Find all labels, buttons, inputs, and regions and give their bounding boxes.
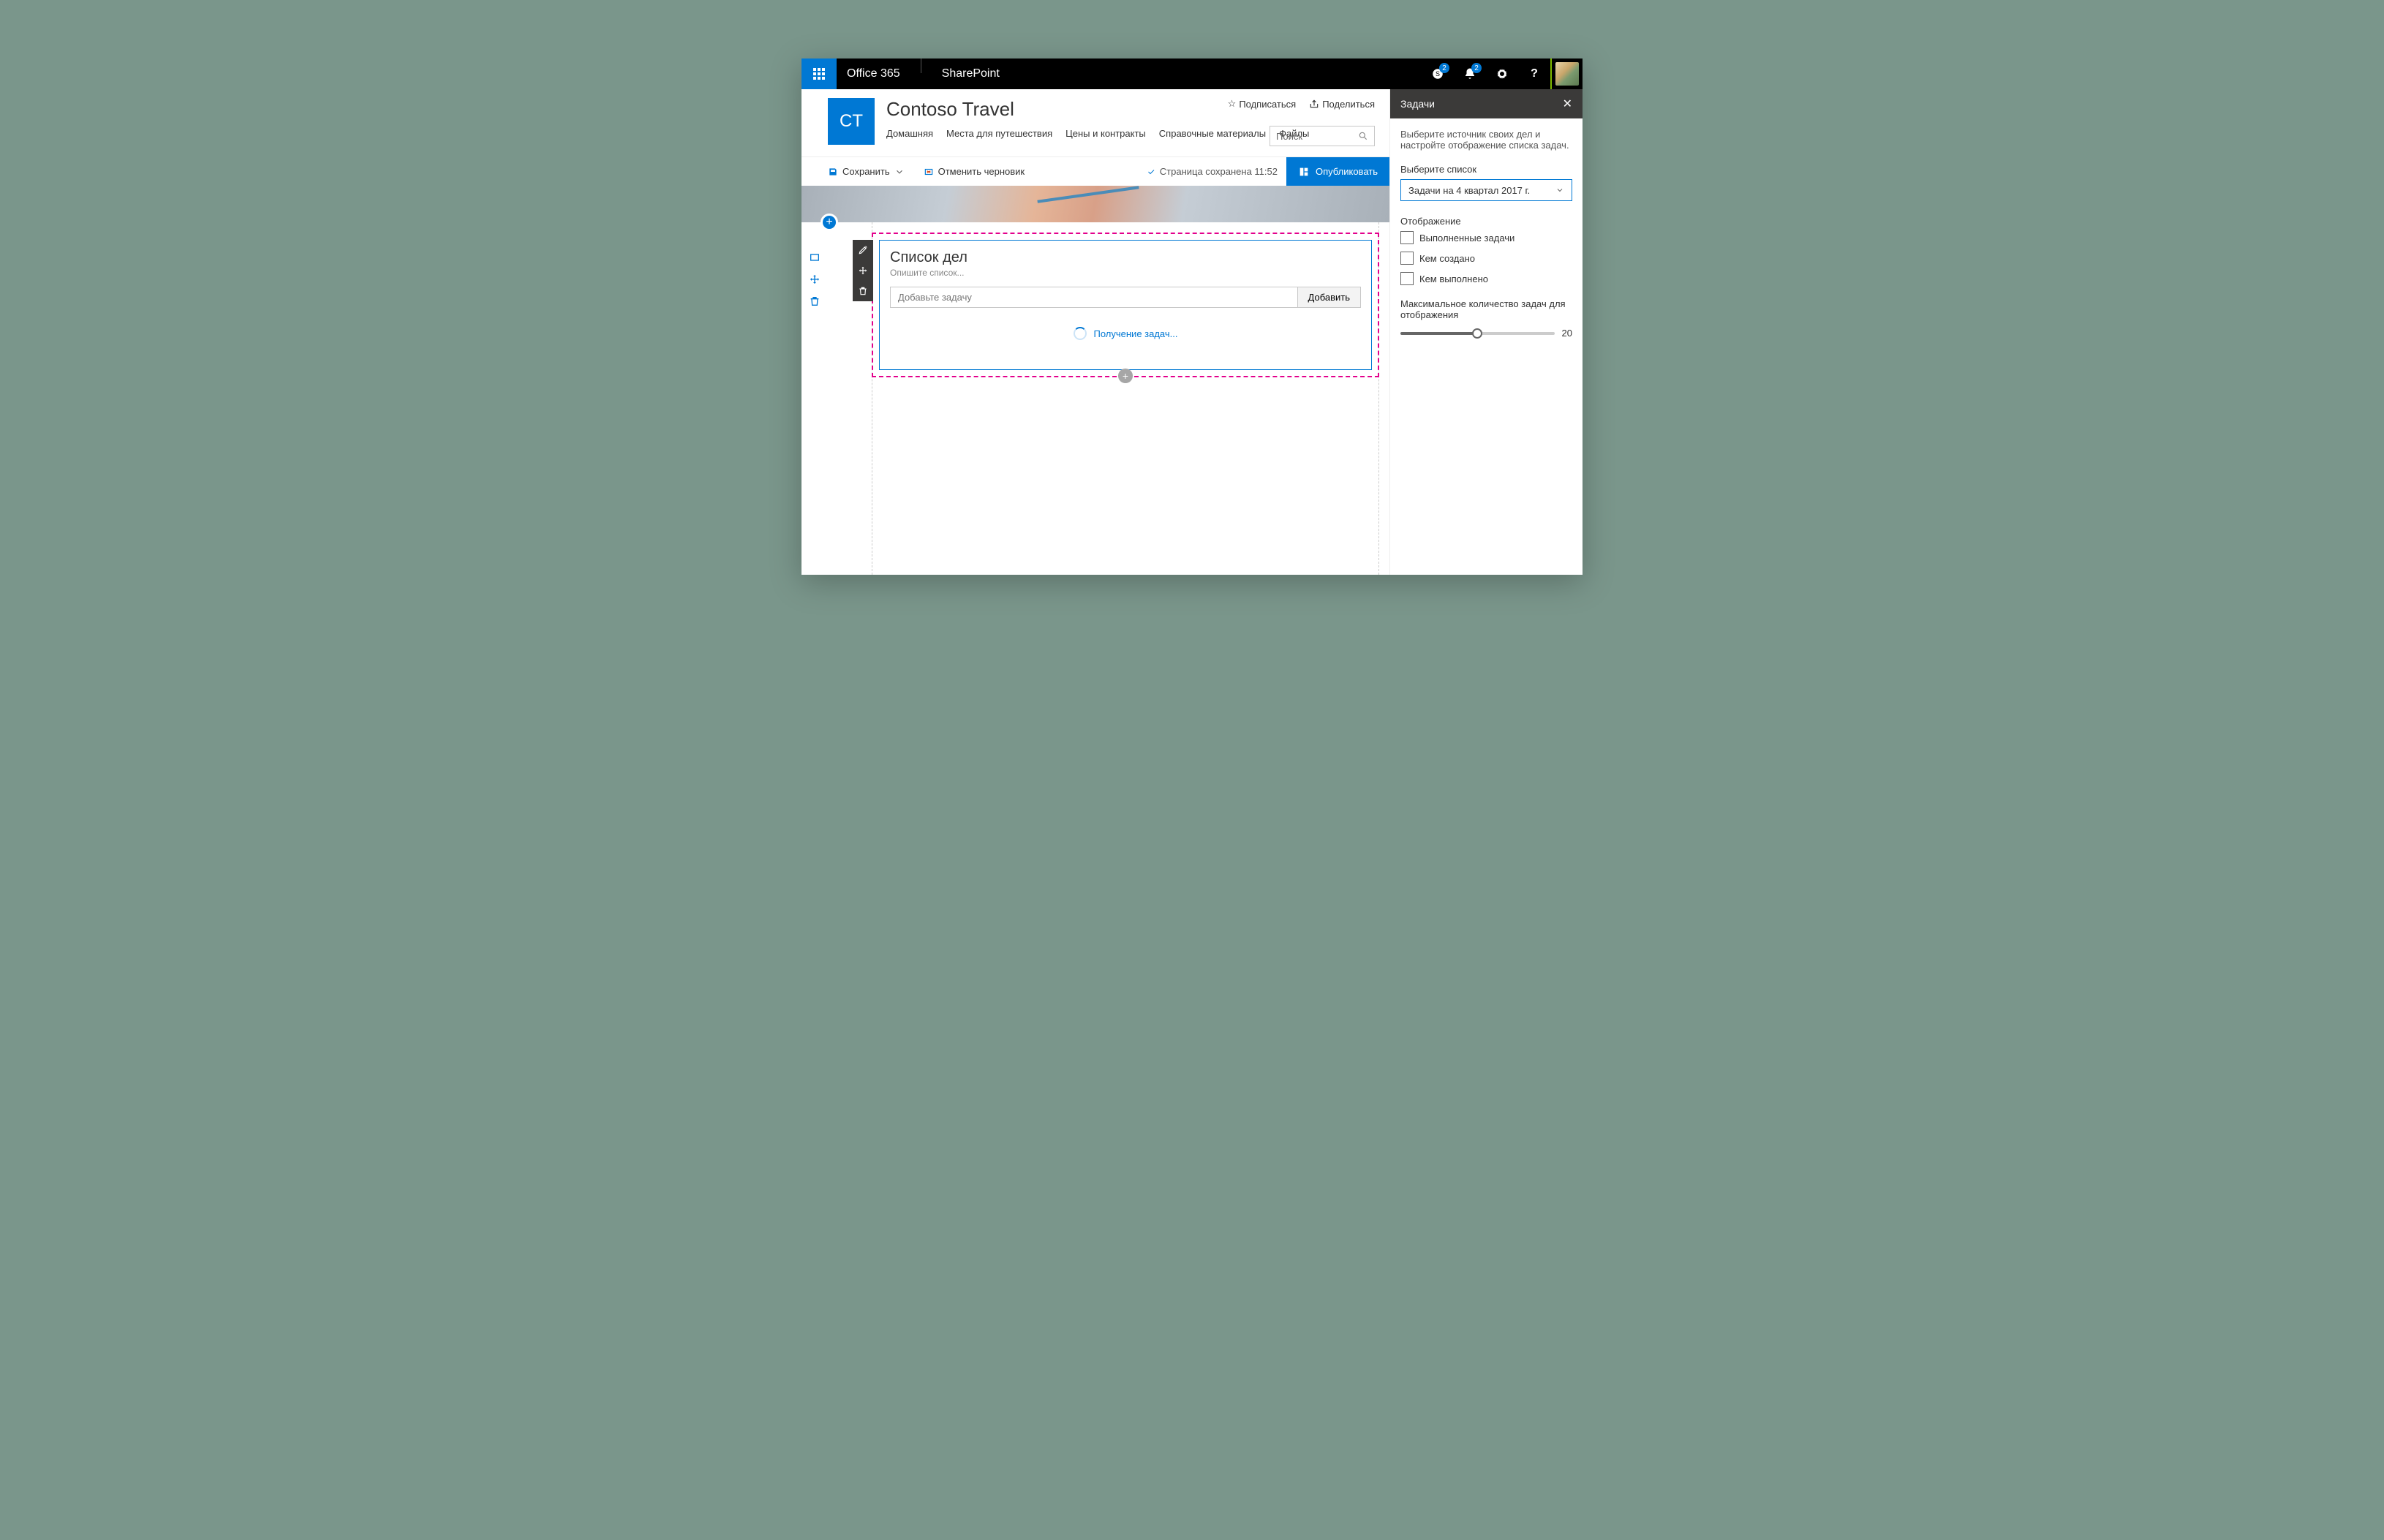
pane-description: Выберите источник своих дел и настройте … — [1400, 129, 1572, 151]
list-dropdown[interactable]: Задачи на 4 квартал 2017 г. — [1400, 179, 1572, 201]
list-field-label: Выберите список — [1400, 164, 1572, 175]
search-icon — [1358, 131, 1368, 141]
loading-text: Получение задач... — [1094, 328, 1178, 339]
spinner-icon — [1074, 327, 1087, 340]
chevron-down-icon — [894, 167, 905, 177]
site-header: CT Contoso Travel Домашняя Места для пут… — [801, 89, 1389, 145]
property-pane: Задачи ✕ Выберите источник своих дел и н… — [1389, 89, 1583, 575]
close-icon: ✕ — [1563, 98, 1572, 110]
skype-badge: 2 — [1439, 63, 1449, 73]
notifications-badge: 2 — [1471, 63, 1482, 73]
slider-value: 20 — [1562, 328, 1572, 339]
edit-webpart-button[interactable] — [853, 240, 873, 260]
loading-indicator: Получение задач... — [890, 327, 1361, 340]
webpart-subtitle[interactable]: Опишите список... — [890, 268, 1361, 278]
avatar — [1555, 62, 1579, 86]
status-text: Страница сохранена 11:52 — [1160, 166, 1278, 177]
move-icon — [858, 265, 868, 276]
check-completed-label: Выполненные задачи — [1419, 233, 1514, 244]
site-logo[interactable]: CT — [828, 98, 875, 145]
trash-icon — [858, 286, 868, 296]
nav-home[interactable]: Домашняя — [886, 128, 933, 139]
move-webpart-button[interactable] — [853, 260, 873, 281]
check-created-by[interactable]: Кем создано — [1400, 252, 1572, 265]
nav-prices[interactable]: Цены и контракты — [1065, 128, 1146, 139]
check-icon — [1147, 167, 1155, 176]
notifications-button[interactable]: 2 — [1454, 58, 1486, 89]
add-task-button[interactable]: Добавить — [1298, 287, 1361, 308]
display-section-label: Отображение — [1400, 216, 1572, 227]
help-button[interactable]: ? — [1518, 58, 1550, 89]
app-launcher[interactable] — [801, 58, 837, 89]
close-pane-button[interactable]: ✕ — [1563, 97, 1572, 111]
webpart-title[interactable]: Список дел — [890, 249, 1361, 266]
save-icon — [828, 167, 838, 177]
waffle-icon — [813, 68, 825, 80]
nav-places[interactable]: Места для путешествия — [946, 128, 1052, 139]
checkbox-icon — [1400, 231, 1414, 244]
save-status: Страница сохранена 11:52 — [1147, 166, 1278, 177]
edit-section-icon[interactable] — [809, 252, 821, 263]
pencil-icon — [858, 245, 868, 255]
save-label: Сохранить — [842, 166, 890, 177]
check-created-by-label: Кем создано — [1419, 253, 1475, 264]
add-section-button[interactable]: + — [821, 214, 838, 231]
discard-button[interactable]: Отменить черновик — [924, 166, 1025, 177]
star-icon: ☆ — [1228, 98, 1237, 110]
new-task-input[interactable] — [890, 287, 1298, 308]
canvas-area: + Список — [801, 222, 1389, 575]
chevron-down-icon — [1555, 186, 1564, 195]
help-icon: ? — [1531, 67, 1538, 80]
brand-office[interactable]: Office 365 — [837, 58, 910, 89]
checkbox-icon — [1400, 252, 1414, 265]
svg-text:S: S — [1436, 70, 1440, 78]
max-tasks-slider[interactable] — [1400, 332, 1555, 335]
discard-label: Отменить черновик — [938, 166, 1025, 177]
share-button[interactable]: Поделиться — [1309, 98, 1375, 110]
account-button[interactable] — [1550, 58, 1583, 89]
suite-bar: Office 365 SharePoint S 2 2 ? — [801, 58, 1583, 89]
brand-app[interactable]: SharePoint — [932, 58, 1010, 89]
todo-webpart: Список дел Опишите список... Добавить По… — [879, 240, 1372, 370]
discard-icon — [924, 167, 934, 177]
delete-webpart-button[interactable] — [853, 281, 873, 301]
publish-icon — [1298, 166, 1310, 178]
webpart-drop-zone: Список дел Опишите список... Добавить По… — [872, 233, 1379, 377]
section-tools — [801, 222, 828, 575]
command-bar: Сохранить Отменить черновик Страница сох… — [801, 156, 1389, 186]
search-placeholder: Поиск — [1276, 131, 1302, 142]
gear-icon — [1495, 67, 1509, 80]
nav-refs[interactable]: Справочные материалы — [1159, 128, 1266, 139]
pane-header: Задачи ✕ — [1390, 89, 1583, 118]
app-window: Office 365 SharePoint S 2 2 ? CT Cont — [801, 58, 1583, 575]
publish-button[interactable]: Опубликовать — [1286, 157, 1389, 186]
page-hero[interactable] — [801, 186, 1389, 222]
pane-title: Задачи — [1400, 98, 1435, 110]
settings-button[interactable] — [1486, 58, 1518, 89]
check-completed[interactable]: Выполненные задачи — [1400, 231, 1572, 244]
share-icon — [1309, 99, 1319, 109]
checkbox-icon — [1400, 272, 1414, 285]
webpart-tools — [853, 240, 873, 301]
skype-button[interactable]: S 2 — [1422, 58, 1454, 89]
move-section-icon[interactable] — [809, 273, 821, 285]
publish-label: Опубликовать — [1316, 166, 1378, 177]
site-nav: Домашняя Места для путешествия Цены и ко… — [886, 128, 1309, 139]
share-label: Поделиться — [1322, 99, 1375, 110]
list-dropdown-value: Задачи на 4 квартал 2017 г. — [1408, 185, 1530, 196]
save-button[interactable]: Сохранить — [828, 166, 905, 177]
slider-label: Максимальное количество задач для отобра… — [1400, 298, 1572, 320]
follow-button[interactable]: ☆ Подписаться — [1228, 98, 1297, 110]
add-webpart-button[interactable]: + — [1118, 369, 1133, 383]
slider-thumb[interactable] — [1472, 328, 1482, 339]
delete-section-icon[interactable] — [809, 295, 821, 307]
search-input[interactable]: Поиск — [1270, 126, 1375, 146]
follow-label: Подписаться — [1239, 99, 1296, 110]
check-completed-by[interactable]: Кем выполнено — [1400, 272, 1572, 285]
check-completed-by-label: Кем выполнено — [1419, 273, 1488, 284]
